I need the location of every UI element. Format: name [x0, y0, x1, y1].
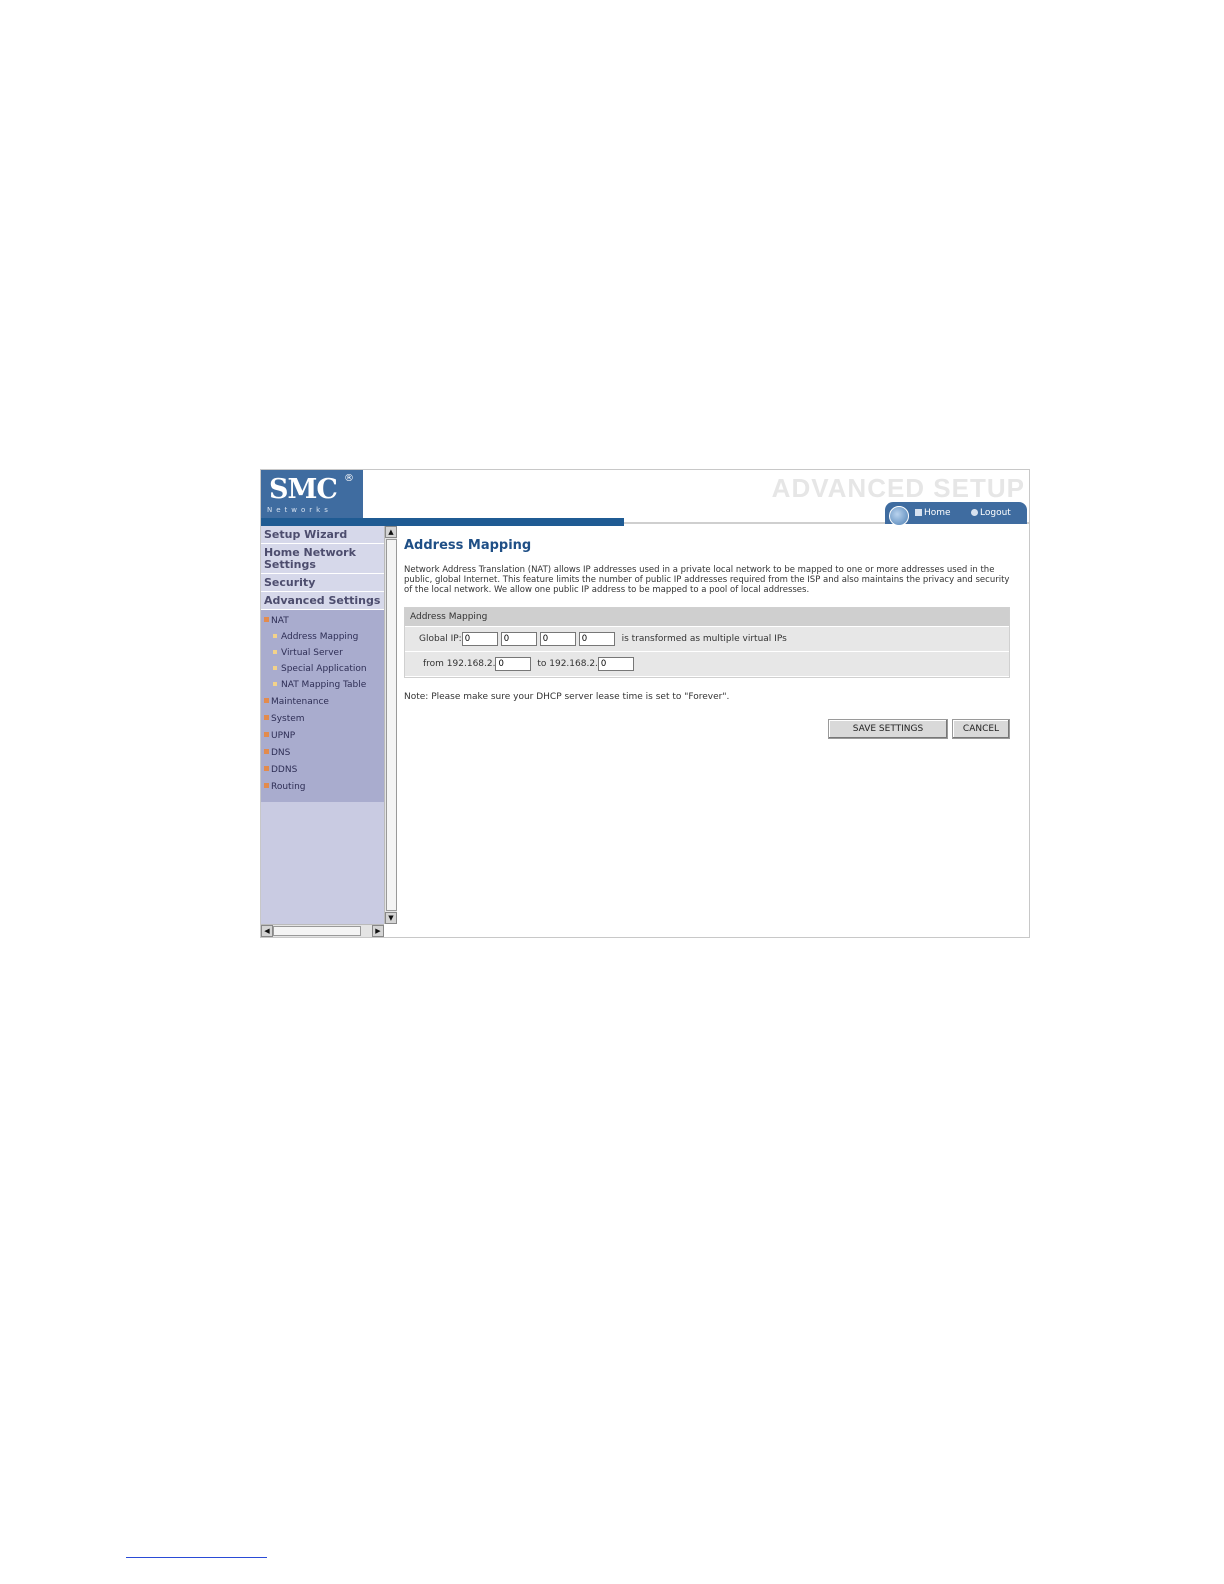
sidebar-item-dns[interactable]: DNS [261, 745, 384, 762]
smc-logo: SMC ® Networks [261, 470, 363, 518]
global-ip-octet-3[interactable] [539, 631, 576, 646]
dhcp-note: Note: Please make sure your DHCP server … [404, 692, 730, 702]
save-settings-button[interactable]: SAVE SETTINGS [828, 719, 948, 739]
sidebar-item-label: Address Mapping [281, 632, 359, 642]
from-label: from 192.168.2. [423, 659, 496, 669]
header: SMC ® Networks ADVANCED SETUP Home Logou… [261, 470, 1029, 526]
bullet-icon [264, 783, 269, 788]
sidebar-horizontal-scrollbar[interactable]: ◀ ▶ [261, 924, 384, 937]
sidebar-item-nat[interactable]: NAT [261, 613, 384, 630]
sidebar-item-label: UPNP [271, 731, 296, 741]
home-icon [915, 509, 922, 516]
logout-link[interactable]: Logout [971, 508, 1011, 518]
scroll-up-icon[interactable]: ▲ [385, 526, 397, 538]
bullet-icon [264, 749, 269, 754]
logo-text: SMC [269, 474, 338, 505]
address-mapping-table: Address Mapping Global IP: is transforme… [404, 607, 1010, 678]
sidebar-item-security[interactable]: Security [261, 574, 384, 592]
sidebar-item-label: Special Application [281, 664, 367, 674]
sidebar-vertical-scrollbar[interactable]: ▲ ▼ [384, 526, 397, 924]
sidebar-item-advanced-settings[interactable]: Advanced Settings [261, 592, 384, 610]
footer-divider [126, 1557, 267, 1558]
global-ip-label: Global IP: [419, 634, 462, 644]
advanced-submenu: NAT Address Mapping Virtual Server Speci… [261, 610, 384, 802]
scroll-down-icon[interactable]: ▼ [385, 912, 397, 924]
sidebar-item-label: Virtual Server [281, 648, 343, 658]
global-ip-octet-1[interactable] [461, 631, 498, 646]
to-label: to 192.168.2. [537, 659, 598, 669]
sidebar-item-label: NAT Mapping Table [281, 680, 367, 690]
sidebar-item-setup-wizard[interactable]: Setup Wizard [261, 526, 384, 544]
sidebar-item-label: NAT [271, 616, 289, 626]
table-header: Address Mapping [405, 608, 1009, 627]
globe-icon [889, 506, 909, 526]
global-ip-row: Global IP: is transformed as multiple vi… [405, 627, 1009, 652]
sidebar-item-maintenance[interactable]: Maintenance [261, 694, 384, 711]
global-ip-octet-2[interactable] [500, 631, 537, 646]
header-blue-bar [261, 518, 624, 526]
bullet-icon [273, 650, 277, 654]
from-ip-field[interactable] [495, 656, 532, 671]
bullet-icon [264, 715, 269, 720]
sidebar-item-nat-mapping-table[interactable]: NAT Mapping Table [261, 678, 384, 694]
sidebar-item-routing[interactable]: Routing [261, 779, 384, 796]
sidebar-item-special-application[interactable]: Special Application [261, 662, 384, 678]
cancel-button[interactable]: CANCEL [952, 719, 1010, 739]
vertical-scroll-thumb[interactable] [386, 539, 397, 911]
bullet-icon [273, 666, 277, 670]
sidebar-item-label: System [271, 714, 305, 724]
bullet-icon [264, 766, 269, 771]
bullet-icon [273, 634, 277, 638]
sidebar-item-label: Routing [271, 782, 306, 792]
horizontal-scroll-thumb[interactable] [273, 926, 361, 936]
bullet-icon [264, 698, 269, 703]
global-ip-octet-4[interactable] [578, 631, 615, 646]
browser-screenshot: SMC ® Networks ADVANCED SETUP Home Logou… [260, 469, 1030, 938]
home-link[interactable]: Home [915, 508, 951, 518]
sidebar-item-system[interactable]: System [261, 711, 384, 728]
sidebar-item-address-mapping[interactable]: Address Mapping [261, 630, 384, 646]
logout-icon [971, 509, 978, 516]
page-description: Network Address Translation (NAT) allows… [404, 565, 1010, 595]
sidebar-item-virtual-server[interactable]: Virtual Server [261, 646, 384, 662]
logo-registered-mark: ® [344, 473, 354, 484]
sidebar-item-upnp[interactable]: UPNP [261, 728, 384, 745]
scroll-right-icon[interactable]: ▶ [372, 925, 384, 937]
advanced-setup-title: ADVANCED SETUP [771, 473, 1025, 503]
virtual-ips-text: is transformed as multiple virtual IPs [621, 634, 787, 644]
logo-subtitle: Networks [267, 506, 332, 514]
sidebar: Setup Wizard Home Network Settings Secur… [261, 526, 384, 928]
bullet-icon [264, 617, 269, 622]
sidebar-item-label: Maintenance [271, 697, 329, 707]
to-ip-field[interactable] [597, 656, 634, 671]
top-links-tab: Home Logout [885, 502, 1027, 526]
bullet-icon [273, 682, 277, 686]
sidebar-item-label: DDNS [271, 765, 298, 775]
page-title: Address Mapping [404, 538, 532, 553]
sidebar-item-home-network-settings[interactable]: Home Network Settings [261, 544, 384, 574]
sidebar-item-label: DNS [271, 748, 291, 758]
bullet-icon [264, 732, 269, 737]
main-content: Address Mapping Network Address Translat… [404, 538, 1010, 739]
button-bar: SAVE SETTINGS CANCEL [404, 716, 1010, 739]
logout-link-label: Logout [980, 508, 1011, 518]
sidebar-item-ddns[interactable]: DDNS [261, 762, 384, 779]
ip-range-row: from 192.168.2. to 192.168.2. [405, 652, 1009, 677]
home-link-label: Home [924, 508, 951, 518]
scroll-left-icon[interactable]: ◀ [261, 925, 273, 937]
